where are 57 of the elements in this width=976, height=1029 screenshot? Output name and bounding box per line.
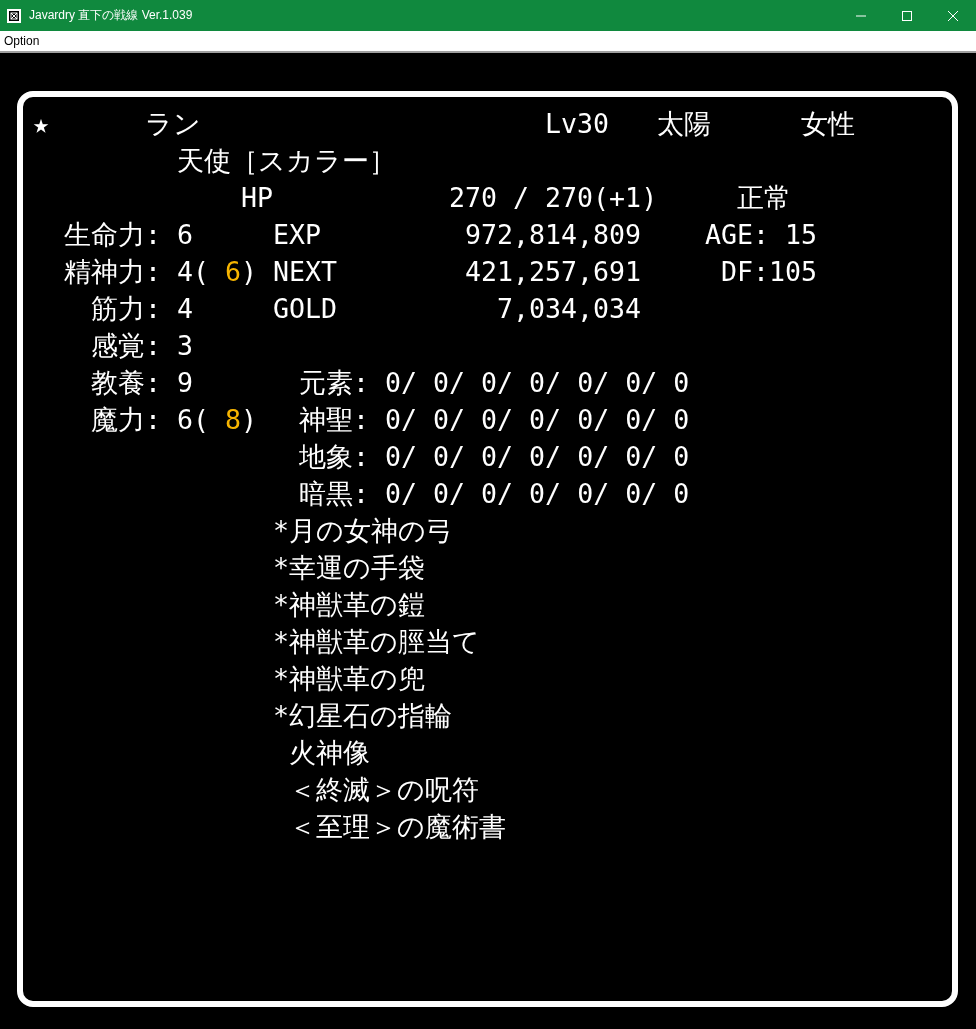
item-name: 火神像 bbox=[289, 736, 370, 770]
stat-value: 6 bbox=[177, 218, 193, 252]
stat-value: 3 bbox=[177, 329, 193, 363]
level: Lv30 bbox=[545, 107, 610, 141]
record-label: EXP bbox=[273, 218, 322, 252]
hp-label: HP bbox=[241, 181, 274, 215]
equipped-mark: * bbox=[273, 662, 289, 696]
record-label: NEXT bbox=[273, 255, 338, 289]
record-value: 421,257,691 bbox=[464, 255, 641, 289]
item-name: 幻星石の指輪 bbox=[289, 699, 452, 733]
item-name: ＜至理＞の魔術書 bbox=[289, 810, 506, 844]
stat-label: 感覚: bbox=[91, 329, 161, 363]
item-name: 神獣革の鎧 bbox=[289, 588, 425, 622]
item-name: ＜終滅＞の呪符 bbox=[289, 773, 479, 807]
rank-symbol: ★ bbox=[33, 107, 49, 141]
record-label: GOLD bbox=[273, 292, 338, 326]
window-title: Javardry 直下の戦線 Ver.1.039 bbox=[29, 7, 194, 24]
record-value: 972,814,809 bbox=[464, 218, 641, 252]
record-value: 7,034,034 bbox=[496, 292, 641, 326]
stat-label: 精神力: bbox=[64, 255, 161, 289]
stat-value: 4( 6) bbox=[177, 255, 258, 289]
app-icon bbox=[7, 8, 21, 23]
equipped-mark: * bbox=[273, 514, 289, 548]
resistance-label: 暗黒: bbox=[299, 477, 369, 511]
resistance-values: 0/ 0/ 0/ 0/ 0/ 0/ 0 bbox=[385, 403, 690, 437]
stat-value: 6( 8) bbox=[177, 403, 258, 437]
menu-item[interactable]: Option bbox=[0, 34, 44, 48]
equipped-mark: * bbox=[273, 588, 289, 622]
condition: 正常 bbox=[737, 181, 791, 215]
stat-value: 9 bbox=[177, 366, 193, 400]
character-name: ラン bbox=[145, 107, 201, 141]
alignment: 太陽 bbox=[657, 107, 711, 141]
equipped-mark: * bbox=[273, 551, 289, 585]
equipped-mark: * bbox=[273, 699, 289, 733]
stat-value: 4 bbox=[177, 292, 193, 326]
resistance-values: 0/ 0/ 0/ 0/ 0/ 0/ 0 bbox=[385, 366, 690, 400]
resistance-label: 神聖: bbox=[299, 403, 369, 437]
sex: 女性 bbox=[801, 107, 855, 141]
equipped-mark: * bbox=[273, 625, 289, 659]
defense: DF:105 bbox=[721, 255, 818, 289]
resistance-label: 元素: bbox=[299, 366, 369, 400]
resistance-label: 地象: bbox=[299, 440, 369, 474]
age: AGE: 15 bbox=[705, 218, 818, 252]
stat-label: 筋力: bbox=[91, 292, 161, 326]
item-name: 神獣革の兜 bbox=[289, 662, 425, 696]
item-name: 月の女神の弓 bbox=[289, 514, 453, 548]
hp-value: 270 / 270(+1) bbox=[449, 181, 658, 215]
stat-label: 魔力: bbox=[91, 403, 161, 437]
stat-label: 生命力: bbox=[64, 218, 161, 252]
race-class: 天使［スカラー］ bbox=[177, 144, 396, 178]
close-icon bbox=[948, 10, 958, 21]
resistance-values: 0/ 0/ 0/ 0/ 0/ 0/ 0 bbox=[385, 477, 690, 511]
resistance-values: 0/ 0/ 0/ 0/ 0/ 0/ 0 bbox=[385, 440, 690, 474]
stat-label: 教養: bbox=[91, 366, 161, 400]
item-name: 神獣革の脛当て bbox=[289, 625, 480, 659]
maximize-icon bbox=[902, 10, 912, 21]
item-name: 幸運の手袋 bbox=[289, 551, 425, 585]
